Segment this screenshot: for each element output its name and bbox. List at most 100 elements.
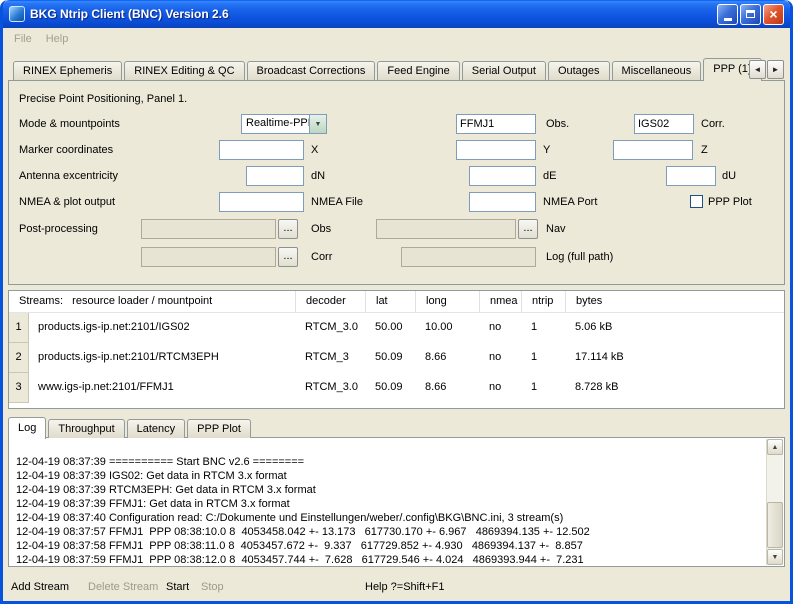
cell-lat[interactable]: 50.09 (366, 343, 416, 373)
post-log-input[interactable] (401, 247, 536, 267)
cell-nmea[interactable]: no (480, 313, 522, 343)
menu-bar: File Help (3, 28, 790, 49)
cell-bytes[interactable]: 5.06 kB (566, 313, 784, 343)
row-number[interactable]: 2 (9, 343, 29, 373)
ppp-plot-checkbox[interactable] (690, 195, 703, 208)
ppp-panel: Precise Point Positioning, Panel 1. Mode… (8, 80, 785, 285)
maximize-icon (746, 10, 755, 18)
post-obs-input[interactable] (141, 219, 276, 239)
y-label: Y (543, 140, 550, 160)
cell-bytes[interactable]: 17.114 kB (566, 343, 784, 373)
du-label: dU (722, 166, 736, 186)
mode-combobox[interactable]: Realtime-PPP ▼ (241, 114, 327, 134)
row-number[interactable]: 3 (9, 373, 29, 403)
cell-nmea[interactable]: no (480, 343, 522, 373)
tab-scroll-left-icon[interactable]: ◄ (749, 60, 766, 79)
cell-decoder[interactable]: RTCM_3.0 (296, 373, 366, 403)
tab-scroll-buttons: ◄ ► (748, 60, 784, 79)
log-scrollbar[interactable]: ▲ ▼ (766, 439, 783, 565)
tab-ppp-plot[interactable]: PPP Plot (187, 419, 251, 438)
header-nmea: nmea (480, 291, 522, 312)
cell-ntrip[interactable]: 1 (522, 313, 566, 343)
tab-rinex-editing-qc[interactable]: RINEX Editing & QC (124, 61, 244, 80)
cell-decoder[interactable]: RTCM_3 (296, 343, 366, 373)
cell-ntrip[interactable]: 1 (522, 373, 566, 403)
post-nav-input[interactable] (376, 219, 516, 239)
log-line: 12-04-19 08:37:58 FFMJ1 PPP 08:38:11.0 8… (16, 539, 760, 553)
x-label: X (311, 140, 318, 160)
cell-long[interactable]: 8.66 (416, 343, 480, 373)
stop-button[interactable]: Stop (201, 578, 224, 596)
chevron-down-icon: ▼ (309, 115, 326, 133)
cell-mountpoint[interactable]: products.igs-ip.net:2101/RTCM3EPH (29, 343, 296, 373)
mode-mountpoints-label: Mode & mountpoints (19, 114, 120, 134)
post-nav-browse-button[interactable]: ... (518, 219, 538, 239)
cell-nmea[interactable]: no (480, 373, 522, 403)
dn-label: dN (311, 166, 325, 186)
post-nav-label: Nav (546, 219, 566, 239)
close-button[interactable]: × (763, 4, 784, 25)
header-bytes: bytes (566, 291, 784, 312)
table-row[interactable]: 2 products.igs-ip.net:2101/RTCM3EPH RTCM… (9, 343, 784, 373)
cell-long[interactable]: 8.66 (416, 373, 480, 403)
add-stream-button[interactable]: Add Stream (11, 578, 69, 596)
antenna-de-input[interactable] (469, 166, 536, 186)
cell-mountpoint[interactable]: products.igs-ip.net:2101/IGS02 (29, 313, 296, 343)
nmea-port-label: NMEA Port (543, 192, 597, 212)
scroll-up-icon[interactable]: ▲ (767, 439, 783, 455)
nmea-port-input[interactable] (469, 192, 536, 212)
tab-broadcast-corrections[interactable]: Broadcast Corrections (247, 61, 376, 80)
marker-x-input[interactable] (219, 140, 304, 160)
cell-bytes[interactable]: 8.728 kB (566, 373, 784, 403)
tab-serial-output[interactable]: Serial Output (462, 61, 546, 80)
app-window: BKG Ntrip Client (BNC) Version 2.6 × Fil… (0, 0, 793, 604)
tab-log[interactable]: Log (8, 417, 46, 439)
minimize-button[interactable] (717, 4, 738, 25)
post-corr-input[interactable] (141, 247, 276, 267)
log-line: 12-04-19 08:37:39 ========== Start BNC v… (16, 455, 760, 469)
post-obs-label: Obs (311, 219, 331, 239)
tab-scroll-right-icon[interactable]: ► (767, 60, 784, 79)
antenna-dn-input[interactable] (246, 166, 304, 186)
panel-tab-bar: RINEX Ephemeris RINEX Editing & QC Broad… (13, 58, 764, 80)
corr-mountpoint-input[interactable] (634, 114, 694, 134)
header-mountpoint: Streams: resource loader / mountpoint (9, 291, 296, 312)
header-decoder: decoder (296, 291, 366, 312)
delete-stream-button[interactable]: Delete Stream (88, 578, 158, 596)
log-output: 12-04-19 08:37:39 ========== Start BNC v… (10, 438, 766, 565)
tab-latency[interactable]: Latency (127, 419, 186, 438)
menu-file[interactable]: File (7, 31, 39, 47)
cell-long[interactable]: 10.00 (416, 313, 480, 343)
cell-ntrip[interactable]: 1 (522, 343, 566, 373)
obs-mountpoint-input[interactable] (456, 114, 536, 134)
log-tab-bar: Log Throughput Latency PPP Plot (8, 417, 253, 438)
menu-help[interactable]: Help (39, 31, 76, 47)
cell-lat[interactable]: 50.00 (366, 313, 416, 343)
marker-z-input[interactable] (613, 140, 693, 160)
log-line: 12-04-19 08:37:40 Configuration read: C:… (16, 511, 760, 525)
table-row[interactable]: 3 www.igs-ip.net:2101/FFMJ1 RTCM_3.0 50.… (9, 373, 784, 403)
post-obs-browse-button[interactable]: ... (278, 219, 298, 239)
cell-lat[interactable]: 50.09 (366, 373, 416, 403)
marker-coordinates-label: Marker coordinates (19, 140, 113, 160)
tab-throughput[interactable]: Throughput (48, 419, 124, 438)
tab-miscellaneous[interactable]: Miscellaneous (612, 61, 702, 80)
tab-outages[interactable]: Outages (548, 61, 610, 80)
start-button[interactable]: Start (166, 578, 189, 596)
cell-decoder[interactable]: RTCM_3.0 (296, 313, 366, 343)
table-row[interactable]: 1 products.igs-ip.net:2101/IGS02 RTCM_3.… (9, 313, 784, 343)
maximize-button[interactable] (740, 4, 761, 25)
tab-feed-engine[interactable]: Feed Engine (377, 61, 459, 80)
nmea-file-label: NMEA File (311, 192, 363, 212)
nmea-file-input[interactable] (219, 192, 304, 212)
post-corr-browse-button[interactable]: ... (278, 247, 298, 267)
post-log-label: Log (full path) (546, 247, 613, 267)
marker-y-input[interactable] (456, 140, 536, 160)
cell-mountpoint[interactable]: www.igs-ip.net:2101/FFMJ1 (29, 373, 296, 403)
scroll-down-icon[interactable]: ▼ (767, 549, 783, 565)
minimize-icon (724, 18, 732, 21)
scrollbar-thumb[interactable] (767, 502, 783, 548)
antenna-du-input[interactable] (666, 166, 716, 186)
tab-rinex-ephemeris[interactable]: RINEX Ephemeris (13, 61, 122, 80)
row-number[interactable]: 1 (9, 313, 29, 343)
